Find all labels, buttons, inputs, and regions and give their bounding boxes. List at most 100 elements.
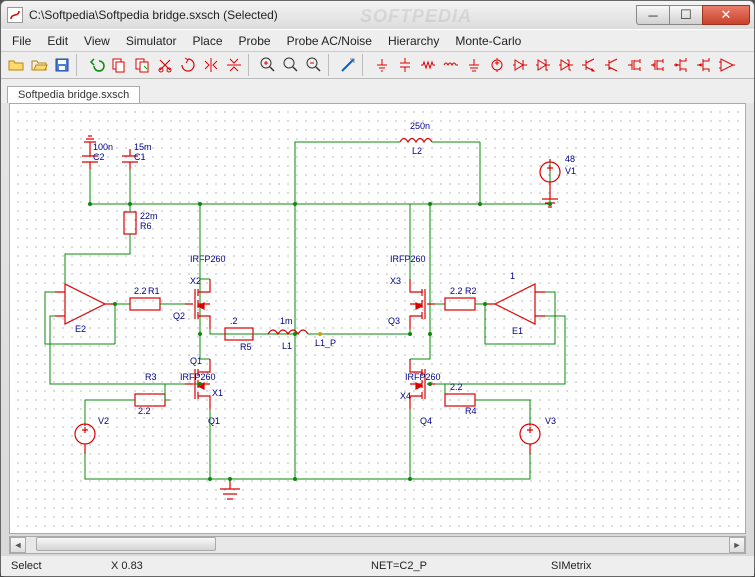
svg-text:22m: 22m [140,211,158,221]
svg-text:X4: X4 [400,391,411,401]
pnp-icon[interactable] [601,54,623,76]
svg-text:IRFP260: IRFP260 [405,372,441,382]
status-coord: X 0.83 [111,560,371,572]
svg-text:.2: .2 [230,316,238,326]
open-icon[interactable] [5,54,27,76]
svg-text:L2: L2 [412,146,422,156]
horizontal-scrollbar[interactable]: ◄ ► [9,536,746,554]
menu-view[interactable]: View [77,32,117,50]
ground2-icon[interactable] [463,54,485,76]
zener-icon[interactable] [532,54,554,76]
menu-probe[interactable]: Probe [232,32,278,50]
svg-text:E2: E2 [75,324,86,334]
svg-text:C1: C1 [134,152,146,162]
svg-text:2.2: 2.2 [134,286,147,296]
svg-text:2.2: 2.2 [138,406,151,416]
svg-text:Q2: Q2 [173,311,185,321]
svg-text:Q4: Q4 [420,416,432,426]
svg-text:V1: V1 [565,166,576,176]
status-app: SIMetrix [551,560,591,572]
diode-icon[interactable] [509,54,531,76]
svg-text:2.2: 2.2 [450,382,463,392]
tabstrip: Softpedia bridge.sxsch [1,79,754,103]
status-net: NET=C2_P [371,560,551,572]
vsource-icon[interactable] [486,54,508,76]
zoom-in-icon[interactable] [257,54,279,76]
menu-simulator[interactable]: Simulator [119,32,184,50]
copy-icon[interactable] [108,54,130,76]
svg-text:1m: 1m [280,316,293,326]
menubar: File Edit View Simulator Place Probe Pro… [1,29,754,51]
titlebar: C:\Softpedia\Softpedia bridge.sxsch (Sel… [1,1,754,29]
inductor-icon[interactable] [440,54,462,76]
rotate-icon[interactable] [177,54,199,76]
svg-text:L1_P: L1_P [315,338,336,348]
statusbar: Select X 0.83 NET=C2_P SIMetrix [1,556,754,576]
open-folder-icon[interactable] [28,54,50,76]
svg-text:C2: C2 [93,152,105,162]
zoom-out-icon[interactable] [303,54,325,76]
wire-icon[interactable] [337,54,359,76]
app-icon [7,7,23,23]
pmos-icon[interactable] [647,54,669,76]
cut-icon[interactable] [154,54,176,76]
scroll-right-button[interactable]: ► [729,537,745,553]
menu-monte-carlo[interactable]: Monte-Carlo [448,32,528,50]
schematic-canvas[interactable]: 100n C2 15m C1 22m R6 E2 2.2 R1 [9,103,746,534]
minimize-button[interactable]: ─ [636,5,670,25]
status-mode: Select [11,560,111,572]
svg-text:R5: R5 [240,342,252,352]
menu-probe-ac-noise[interactable]: Probe AC/Noise [280,32,379,50]
paste-icon[interactable] [131,54,153,76]
save-icon[interactable] [51,54,73,76]
svg-text:X3: X3 [390,276,401,286]
menu-edit[interactable]: Edit [40,32,75,50]
nmos-icon[interactable] [624,54,646,76]
svg-text:E1: E1 [512,326,523,336]
resistor-icon[interactable] [417,54,439,76]
svg-text:48: 48 [565,154,575,164]
maximize-button[interactable]: ☐ [669,5,703,25]
menu-file[interactable]: File [5,32,38,50]
svg-text:Q3: Q3 [388,316,400,326]
zoom-fit-icon[interactable] [280,54,302,76]
svg-text:V3: V3 [545,416,556,426]
svg-text:X1: X1 [212,388,223,398]
scroll-track[interactable] [26,537,729,553]
svg-text:R3: R3 [145,372,157,382]
jfet-n-icon[interactable] [670,54,692,76]
svg-text:Q1: Q1 [190,356,202,366]
scroll-left-button[interactable]: ◄ [10,537,26,553]
mirror-v-icon[interactable] [223,54,245,76]
svg-text:R2: R2 [465,286,477,296]
svg-text:R1: R1 [148,286,160,296]
npn-icon[interactable] [578,54,600,76]
toolbar [1,51,754,79]
svg-text:1: 1 [510,271,515,281]
svg-text:IRFP260: IRFP260 [180,372,216,382]
close-button[interactable]: ✕ [702,5,750,25]
svg-text:2.2: 2.2 [450,286,463,296]
svg-text:X2: X2 [190,276,201,286]
opamp-icon[interactable] [716,54,738,76]
svg-text:100n: 100n [93,142,113,152]
scroll-thumb[interactable] [36,537,216,551]
ground-icon[interactable] [371,54,393,76]
svg-text:250n: 250n [410,121,430,131]
svg-text:IRFP260: IRFP260 [390,254,426,264]
capacitor-icon[interactable] [394,54,416,76]
svg-text:R6: R6 [140,221,152,231]
window-title: C:\Softpedia\Softpedia bridge.sxsch (Sel… [29,8,631,22]
undo-icon[interactable] [85,54,107,76]
menu-place[interactable]: Place [186,32,230,50]
svg-text:R4: R4 [465,406,477,416]
svg-text:IRFP260: IRFP260 [190,254,226,264]
schottky-icon[interactable] [555,54,577,76]
mirror-h-icon[interactable] [200,54,222,76]
menu-hierarchy[interactable]: Hierarchy [381,32,446,50]
svg-text:V2: V2 [98,416,109,426]
jfet-p-icon[interactable] [693,54,715,76]
svg-text:L1: L1 [282,341,292,351]
svg-text:15m: 15m [134,142,152,152]
document-tab[interactable]: Softpedia bridge.sxsch [7,86,140,103]
